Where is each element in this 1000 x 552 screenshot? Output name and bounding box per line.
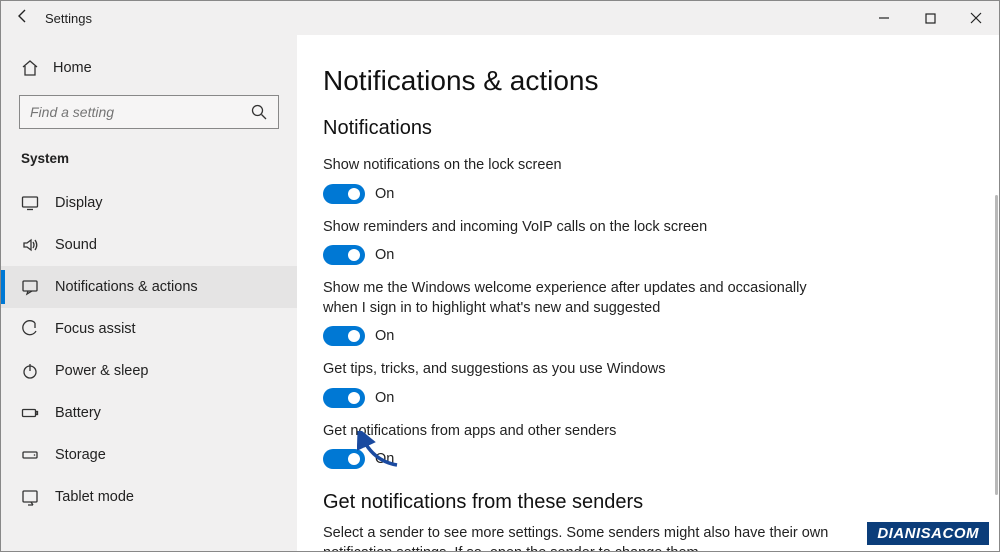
toggle-app-notifications[interactable] — [323, 449, 365, 469]
display-icon — [21, 194, 39, 212]
senders-description: Select a sender to see more settings. So… — [323, 524, 843, 551]
section-title-senders: Get notifications from these senders — [323, 491, 989, 514]
storage-icon — [21, 446, 39, 464]
sidebar-section-label: System — [1, 141, 297, 176]
setting-tips-tricks: Get tips, tricks, and suggestions as you… — [323, 360, 843, 408]
notifications-icon — [21, 278, 39, 296]
home-link[interactable]: Home — [1, 49, 297, 87]
sidebar-item-label: Sound — [55, 237, 97, 253]
focus-assist-icon — [21, 320, 39, 338]
setting-lock-screen-notifications: Show notifications on the lock screen On — [323, 156, 843, 204]
search-box[interactable] — [19, 95, 279, 129]
sidebar-item-label: Notifications & actions — [55, 279, 198, 295]
setting-voip-lock-screen: Show reminders and incoming VoIP calls o… — [323, 218, 843, 266]
maximize-button[interactable] — [907, 1, 953, 35]
sidebar-item-power-sleep[interactable]: Power & sleep — [1, 350, 297, 392]
sidebar-item-label: Storage — [55, 447, 106, 463]
home-label: Home — [53, 60, 92, 76]
sidebar-item-battery[interactable]: Battery — [1, 392, 297, 434]
minimize-button[interactable] — [861, 1, 907, 35]
setting-label: Show me the Windows welcome experience a… — [323, 279, 843, 318]
toggle-tips-tricks[interactable] — [323, 388, 365, 408]
sidebar-item-label: Battery — [55, 405, 101, 421]
setting-welcome-experience: Show me the Windows welcome experience a… — [323, 279, 843, 346]
sound-icon — [21, 236, 39, 254]
sidebar-item-focus-assist[interactable]: Focus assist — [1, 308, 297, 350]
setting-label: Show notifications on the lock screen — [323, 156, 843, 176]
section-title-notifications: Notifications — [323, 117, 989, 140]
page-title: Notifications & actions — [323, 65, 989, 97]
sidebar-item-label: Focus assist — [55, 321, 136, 337]
search-icon — [250, 103, 268, 121]
window-title: Settings — [45, 11, 92, 26]
vertical-scrollbar[interactable] — [995, 195, 998, 495]
sidebar-item-tablet-mode[interactable]: Tablet mode — [1, 476, 297, 518]
search-input[interactable] — [30, 104, 250, 120]
setting-label: Get tips, tricks, and suggestions as you… — [323, 360, 843, 380]
battery-icon — [21, 404, 39, 422]
close-button[interactable] — [953, 1, 999, 35]
toggle-state: On — [375, 451, 394, 467]
power-icon — [21, 362, 39, 380]
sidebar-item-notifications[interactable]: Notifications & actions — [1, 266, 297, 308]
toggle-state: On — [375, 186, 394, 202]
setting-label: Show reminders and incoming VoIP calls o… — [323, 218, 843, 238]
sidebar-item-label: Tablet mode — [55, 489, 134, 505]
watermark: DIANISACOM — [867, 522, 989, 545]
sidebar: Home System Display Sound — [1, 35, 297, 551]
sidebar-item-storage[interactable]: Storage — [1, 434, 297, 476]
titlebar: Settings — [1, 1, 999, 35]
sidebar-item-sound[interactable]: Sound — [1, 224, 297, 266]
toggle-voip-lock-screen[interactable] — [323, 245, 365, 265]
toggle-welcome-experience[interactable] — [323, 326, 365, 346]
sidebar-item-label: Power & sleep — [55, 363, 149, 379]
toggle-state: On — [375, 390, 394, 406]
toggle-state: On — [375, 328, 394, 344]
home-icon — [21, 59, 39, 77]
toggle-lock-screen-notifications[interactable] — [323, 184, 365, 204]
tablet-icon — [21, 488, 39, 506]
back-button[interactable] — [1, 8, 45, 28]
setting-label: Get notifications from apps and other se… — [323, 422, 843, 442]
sidebar-item-label: Display — [55, 195, 103, 211]
content-area: Notifications & actions Notifications Sh… — [297, 35, 999, 551]
sidebar-item-display[interactable]: Display — [1, 182, 297, 224]
setting-app-notifications: Get notifications from apps and other se… — [323, 422, 843, 470]
toggle-state: On — [375, 247, 394, 263]
